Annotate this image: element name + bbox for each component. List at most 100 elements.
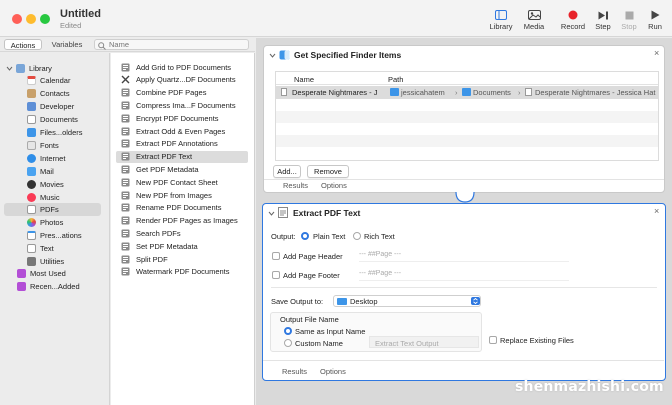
sidebar-item-text[interactable]: Text: [0, 242, 109, 254]
sidebar-item-utilities[interactable]: Utilities: [0, 255, 109, 267]
action-item[interactable]: Split PDF: [116, 253, 248, 265]
page-header-field[interactable]: --- ##Page ---: [359, 251, 569, 262]
extract-pdf-text-action[interactable]: Extract PDF Text × Output: Plain Text Ri…: [262, 203, 666, 381]
action-item[interactable]: Rename PDF Documents: [116, 202, 248, 214]
action-item[interactable]: Get PDF Metadata: [116, 163, 248, 175]
action-item[interactable]: Extract Odd & Even Pages: [116, 125, 248, 137]
add-button[interactable]: Add...: [273, 165, 301, 178]
replace-existing-checkbox[interactable]: [489, 336, 497, 344]
sidebar-item-label: Contacts: [40, 88, 70, 98]
action-item[interactable]: Compress Ima...F Documents: [116, 99, 248, 111]
divider: [271, 287, 657, 288]
close-window-button[interactable]: [12, 14, 22, 24]
action-item-label: Set PDF Metadata: [136, 241, 198, 251]
action-item[interactable]: Set PDF Metadata: [116, 240, 248, 252]
minimize-window-button[interactable]: [26, 14, 36, 24]
sidebar-item-label: Text: [40, 243, 54, 253]
chevron-down-icon[interactable]: [269, 52, 276, 59]
music-icon: [27, 192, 36, 202]
chevron-down-icon[interactable]: [6, 65, 13, 72]
token: ##Page: [367, 251, 393, 258]
sidebar-item-label: Recen...Added: [30, 281, 80, 291]
tab-variables[interactable]: Variables: [46, 39, 88, 50]
custom-name-field[interactable]: Extract Text Output: [369, 336, 479, 348]
plain-text-radio[interactable]: [301, 232, 309, 240]
close-icon[interactable]: ×: [654, 48, 659, 58]
options-tab[interactable]: Options: [320, 367, 346, 376]
same-as-input-radio[interactable]: [284, 327, 292, 335]
developer-icon: [27, 101, 36, 111]
plain-text-label[interactable]: Plain Text: [313, 232, 345, 241]
action-item[interactable]: New PDF Contact Sheet: [116, 176, 248, 188]
document-icon: [281, 88, 287, 96]
sidebar-item-recently-added[interactable]: Recen...Added: [0, 280, 109, 292]
rich-text-label[interactable]: Rich Text: [364, 232, 395, 241]
sidebar-item-label: Developer: [40, 101, 75, 111]
smart-folder-icon: [17, 281, 26, 291]
page-footer-label[interactable]: Add Page Footer: [283, 271, 340, 280]
sidebar-item-fonts[interactable]: Fonts: [0, 139, 109, 151]
sidebar-item-files-folders[interactable]: Files...olders: [0, 126, 109, 138]
folder-icon: [390, 88, 399, 96]
column-header-path[interactable]: Path: [388, 75, 403, 84]
save-location-popup[interactable]: Desktop: [333, 295, 481, 307]
table-row[interactable]: Desperate Nightmares - J jessicahatem › …: [276, 86, 658, 99]
action-item[interactable]: Render PDF Pages as Images: [116, 215, 248, 227]
action-item[interactable]: Add Grid to PDF Documents: [116, 61, 248, 73]
page-footer-checkbox[interactable]: [272, 271, 280, 279]
sidebar-item-label: Pres...ations: [40, 230, 82, 240]
sidebar-item-presentations[interactable]: Pres...ations: [0, 229, 109, 241]
action-item[interactable]: Apply Quartz...DF Documents: [116, 74, 248, 86]
action-item-label: Encrypt PDF Documents: [136, 113, 219, 123]
chevron-down-icon[interactable]: [268, 210, 275, 217]
token-suffix: ---: [394, 251, 402, 258]
sidebar-item-library[interactable]: Library: [0, 62, 109, 74]
sidebar-item-photos[interactable]: Photos: [0, 216, 109, 228]
row-name: Desperate Nightmares - J: [292, 88, 378, 97]
action-item[interactable]: Watermark PDF Documents: [116, 266, 248, 278]
run-toolbar-button[interactable]: Run: [635, 8, 672, 31]
action-item[interactable]: Search PDFs: [116, 227, 248, 239]
page-header-label[interactable]: Add Page Header: [283, 252, 343, 261]
library-folder-icon: [16, 63, 25, 73]
zoom-window-button[interactable]: [40, 14, 50, 24]
sidebar-item-internet[interactable]: Internet: [0, 152, 109, 164]
media-toolbar-button[interactable]: Media: [514, 8, 554, 31]
custom-name-radio[interactable]: [284, 339, 292, 347]
automator-action-icon: [121, 139, 130, 148]
action-title: Get Specified Finder Items: [294, 50, 402, 60]
action-item[interactable]: New PDF from Images: [116, 189, 248, 201]
page-header-checkbox[interactable]: [272, 252, 280, 260]
automator-action-icon: [121, 242, 130, 251]
results-tab[interactable]: Results: [283, 181, 308, 190]
tab-actions[interactable]: Actions: [4, 39, 42, 50]
action-item[interactable]: Extract PDF Annotations: [116, 138, 248, 150]
sidebar-item-music[interactable]: Music: [0, 191, 109, 203]
sidebar-item-mail[interactable]: Mail: [0, 165, 109, 177]
action-item[interactable]: Extract PDF Text: [116, 150, 248, 163]
sidebar-item-movies[interactable]: Movies: [0, 178, 109, 190]
sidebar-item-contacts[interactable]: Contacts: [0, 87, 109, 99]
custom-name-label[interactable]: Custom Name: [295, 339, 343, 348]
replace-existing-label[interactable]: Replace Existing Files: [500, 336, 574, 345]
action-item[interactable]: Encrypt PDF Documents: [116, 112, 248, 124]
options-tab[interactable]: Options: [321, 181, 347, 190]
same-as-input-label[interactable]: Same as Input Name: [295, 327, 365, 336]
action-item[interactable]: Combine PDF Pages: [116, 87, 248, 99]
search-input[interactable]: [109, 40, 244, 49]
column-header-name[interactable]: Name: [294, 75, 314, 84]
fonts-icon: [27, 140, 36, 150]
page-footer-field[interactable]: --- ##Page ---: [359, 270, 569, 281]
rich-text-radio[interactable]: [353, 232, 361, 240]
utilities-icon: [27, 256, 36, 266]
search-field[interactable]: [94, 39, 249, 50]
sidebar-item-developer[interactable]: Developer: [0, 100, 109, 112]
finder-items-action[interactable]: Get Specified Finder Items × Name Path D…: [263, 45, 665, 193]
sidebar-item-calendar[interactable]: Calendar: [0, 74, 109, 86]
sidebar-item-most-used[interactable]: Most Used: [0, 267, 109, 279]
remove-button[interactable]: Remove: [307, 165, 349, 178]
sidebar-item-pdfs[interactable]: PDFs: [4, 203, 101, 216]
results-tab[interactable]: Results: [282, 367, 307, 376]
close-icon[interactable]: ×: [654, 206, 659, 216]
sidebar-item-documents[interactable]: Documents: [0, 113, 109, 125]
